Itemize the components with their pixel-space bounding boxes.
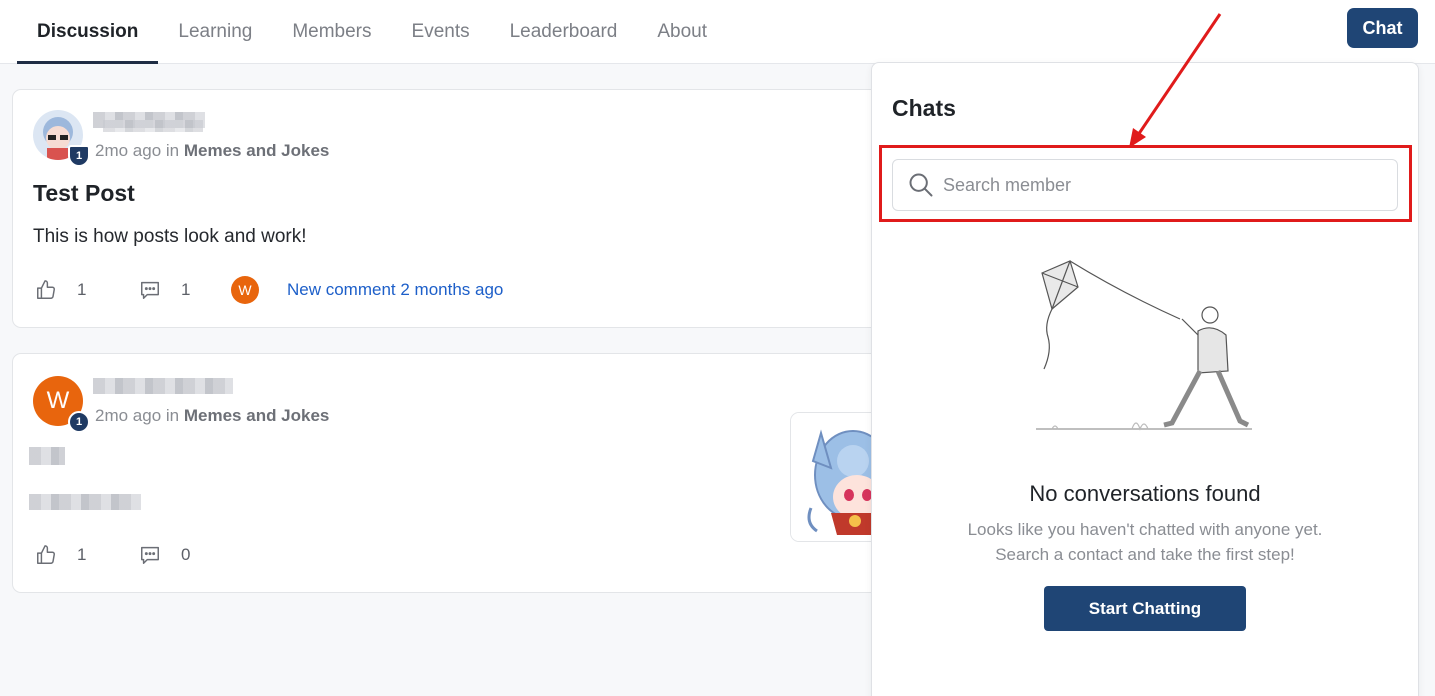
post-body: This is how posts look and work!: [33, 226, 307, 247]
tab-bar: Discussion Learning Members Events Leade…: [17, 0, 727, 64]
like-count: 1: [77, 545, 87, 564]
category-link[interactable]: Memes and Jokes: [184, 141, 330, 160]
post-time: 2mo ago: [95, 406, 162, 425]
tab-about[interactable]: About: [637, 0, 727, 64]
post-title-redacted: [29, 447, 65, 465]
post-card[interactable]: 1 2mo ago in Memes and Jokes Test Post T…: [12, 89, 912, 328]
kite-illustration: [1036, 260, 1252, 431]
commenter-avatar[interactable]: W: [231, 276, 259, 304]
level-badge: 1: [68, 411, 90, 433]
post-body-redacted: [29, 494, 141, 510]
post-time: 2mo ago: [95, 141, 162, 160]
meta-in: in: [165, 406, 180, 425]
level-badge: 1: [68, 145, 90, 167]
start-chatting-button[interactable]: Start Chatting: [1044, 586, 1246, 631]
tab-members[interactable]: Members: [272, 0, 391, 64]
post-meta: 2mo ago in Memes and Jokes: [95, 141, 329, 161]
like-button[interactable]: 1: [35, 279, 86, 301]
empty-state-line: Looks like you haven't chatted with anyo…: [967, 520, 1323, 539]
comment-button[interactable]: 0: [139, 544, 190, 566]
author-avatar[interactable]: W 1: [33, 376, 90, 433]
tab-learning[interactable]: Learning: [158, 0, 272, 64]
chat-button[interactable]: Chat: [1347, 8, 1418, 48]
chats-title: Chats: [892, 95, 956, 121]
category-link[interactable]: Memes and Jokes: [184, 406, 330, 425]
author-name-redacted: [93, 378, 233, 394]
like-button[interactable]: 1: [35, 544, 86, 566]
empty-state-line: Search a contact and take the first step…: [995, 545, 1295, 564]
thumbs-up-icon: [37, 545, 55, 564]
post-meta: 2mo ago in Memes and Jokes: [95, 406, 329, 426]
empty-state-title: No conversations found: [1029, 481, 1261, 506]
comment-icon: [141, 281, 159, 299]
top-nav: Discussion Learning Members Events Leade…: [0, 0, 1435, 64]
comment-button[interactable]: 1: [139, 279, 190, 301]
empty-state-description: Looks like you haven't chatted with anyo…: [872, 517, 1418, 567]
new-comment-link[interactable]: New comment 2 months ago: [287, 280, 503, 300]
like-count: 1: [77, 280, 87, 299]
author-avatar[interactable]: 1: [33, 110, 90, 167]
comment-count: 0: [181, 545, 191, 564]
comment-count: 1: [181, 280, 191, 299]
tab-events[interactable]: Events: [392, 0, 490, 64]
post-card[interactable]: W 1 2mo ago in Memes and Jokes 1 0: [12, 353, 912, 593]
tab-leaderboard[interactable]: Leaderboard: [490, 0, 638, 64]
tab-discussion[interactable]: Discussion: [17, 0, 159, 64]
comment-icon: [141, 546, 159, 564]
thumbs-up-icon: [37, 280, 55, 299]
post-title[interactable]: Test Post: [33, 180, 135, 207]
meta-in: in: [165, 141, 180, 160]
author-name-redacted: [103, 120, 203, 132]
annotation-highlight-box: [879, 145, 1412, 222]
